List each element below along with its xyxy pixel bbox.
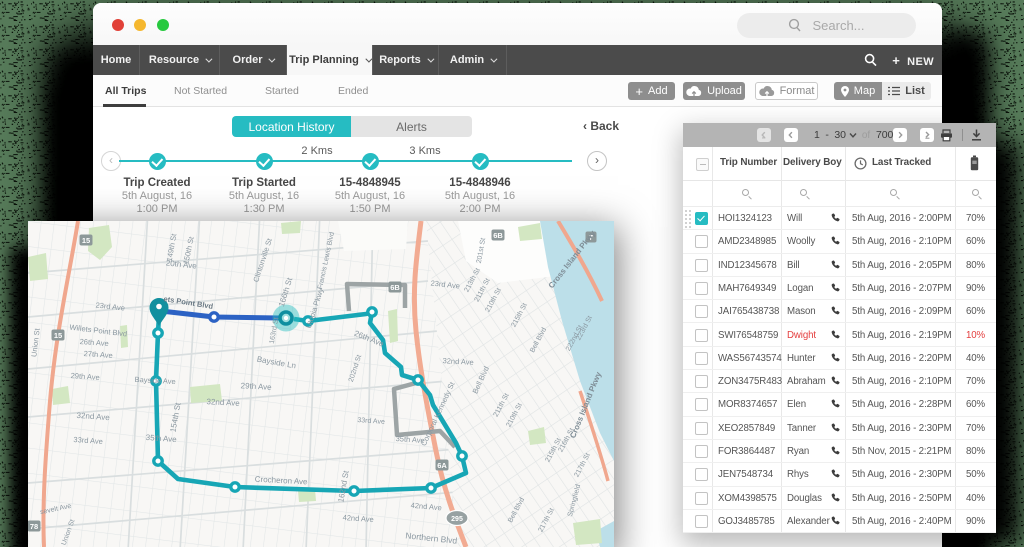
svg-text:29th Ave: 29th Ave <box>240 381 272 392</box>
svg-text:15: 15 <box>54 331 62 340</box>
svg-text:6B: 6B <box>493 231 503 240</box>
svg-text:78: 78 <box>30 522 38 531</box>
svg-text:6B: 6B <box>390 283 400 292</box>
svg-text:15: 15 <box>82 236 90 245</box>
svg-text:32nd Ave: 32nd Ave <box>206 397 240 408</box>
svg-text:32nd Ave: 32nd Ave <box>442 356 474 367</box>
svg-text:6A: 6A <box>437 461 447 470</box>
svg-text:295: 295 <box>451 516 463 523</box>
